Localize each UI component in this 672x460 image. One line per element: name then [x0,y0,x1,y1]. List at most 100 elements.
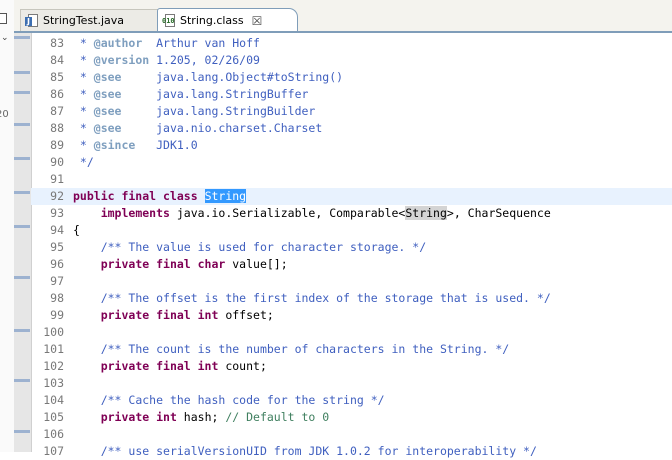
java-file-icon: J [25,13,39,28]
code-lines: 83 * @author Arthur van Hoff 84 * @versio… [31,35,672,460]
code-text: * @see java.lang.StringBuffer [73,86,309,103]
tab-label: String.class [180,14,244,27]
code-token: * [73,70,94,84]
code-token: JDK1.0 [135,138,198,152]
code-line[interactable]: 89 * @since JDK1.0 [31,137,672,154]
line-number: 87 [50,104,64,118]
line-number: 90 [50,155,64,169]
code-token: @since [93,138,136,152]
code-text: /** The count is the number of character… [73,341,510,358]
code-line[interactable]: 105 private int hash; // Default to 0 [31,409,672,426]
code-text: private final int count; [73,358,267,375]
code-line[interactable]: 97 [31,273,672,290]
code-line[interactable]: 95 /** The value is used for character s… [31,239,672,256]
tab-stringtest-java[interactable]: J StringTest.java [20,9,159,31]
code-line[interactable]: 92 public final class String [31,188,672,205]
window-fragment-icon[interactable] [0,13,7,24]
line-number: 101 [43,342,64,356]
line-number: 85 [50,70,64,84]
code-line[interactable]: 83 * @author Arthur van Hoff [31,35,672,52]
code-text: /** The offset is the first index of the… [73,290,551,307]
close-icon[interactable]: ☒ [252,15,263,27]
code-token: /** Cache the hash code for the string *… [100,393,385,407]
code-token: private final int [100,359,219,373]
line-number: 84 [50,53,64,67]
code-token: * [73,121,94,135]
code-line[interactable]: 90 */ [31,154,672,171]
code-token: @see [93,121,122,135]
code-token: java.nio.charset.Charset [121,121,323,135]
code-line[interactable]: 94 { [31,222,672,239]
code-token: hash; [176,410,226,424]
code-token: * [73,104,94,118]
code-text: * @author Arthur van Hoff [73,35,260,52]
code-token: private final char [100,257,226,271]
code-token: * [73,87,94,101]
code-line[interactable]: 104 /** Cache the hash code for the stri… [31,392,672,409]
code-text: private final char value[]; [73,256,288,273]
ruler-marker [14,123,30,126]
chevron-down-icon[interactable]: ⌄ [1,34,9,43]
code-text: private final int offset; [73,307,274,324]
code-token: @author [93,36,143,50]
code-line[interactable]: 93 implements java.io.Serializable, Comp… [31,205,672,222]
code-token: java.lang.Object#toString() [121,70,344,84]
code-text: * @since JDK1.0 [73,137,198,154]
line-number: 96 [50,257,64,271]
ruler-marker [14,191,30,194]
tab-string-class[interactable]: 010 String.class ☒ [157,8,298,32]
code-text: /** Cache the hash code for the string *… [73,392,385,409]
ruler-marker [14,329,30,332]
code-line[interactable]: 91 [31,171,672,188]
code-token: value[]; [225,257,288,271]
code-text: public final class String [73,188,247,205]
code-line[interactable]: 88 * @see java.nio.charset.Charset [31,120,672,137]
code-token: * [73,36,94,50]
code-line[interactable]: 85 * @see java.lang.Object#toString() [31,69,672,86]
code-token: @version [93,53,150,67]
code-line[interactable]: 84 * @version 1.205, 02/26/09 [31,52,672,69]
line-number: 86 [50,87,64,101]
line-number: 104 [43,393,64,407]
code-line[interactable]: 87 * @see java.lang.StringBuilder [31,103,672,120]
code-line[interactable]: 103 [31,375,672,392]
code-text: implements java.io.Serializable, Compara… [73,205,551,222]
code-text: * @see java.lang.StringBuilder [73,103,315,120]
line-number: 83 [50,36,64,50]
code-line[interactable]: 102 private final int count; [31,358,672,375]
code-token: /** The count is the number of character… [100,342,510,356]
vertical-ruler[interactable] [14,33,32,452]
code-text: * @see java.nio.charset.Charset [73,120,322,137]
code-token: private final int [100,308,219,322]
ruler-marker [14,71,30,74]
code-token: /** The value is used for character stor… [100,240,427,254]
code-token: @see [93,87,122,101]
code-token: */ [73,155,94,169]
ruler-marker [14,225,30,228]
code-token: java.lang.StringBuffer [121,87,309,101]
line-number: 98 [50,291,64,305]
code-line[interactable]: 106 [31,426,672,443]
code-line[interactable]: 96 private final char value[]; [31,256,672,273]
code-line[interactable]: 86 * @see java.lang.StringBuffer [31,86,672,103]
code-line[interactable]: 101 /** The count is the number of chara… [31,341,672,358]
left-panel-strip: ⌄ 20 [0,0,15,452]
editor-tab-bar: J StringTest.java 010 String.class ☒ [14,0,672,33]
line-number: 103 [43,376,64,390]
code-text: /** The value is used for character stor… [73,239,426,256]
code-editor[interactable]: 83 * @author Arthur van Hoff 84 * @versio… [14,33,672,458]
code-line[interactable]: 98 /** The offset is the first index of … [31,290,672,307]
code-line[interactable]: 100 [31,324,672,341]
code-token: java.lang.StringBuilder [121,104,316,118]
code-token: 1.205, 02/26/09 [149,53,260,67]
code-token: private int [100,410,177,424]
code-line[interactable]: 99 private final int offset; [31,307,672,324]
code-token: count; [218,359,267,373]
